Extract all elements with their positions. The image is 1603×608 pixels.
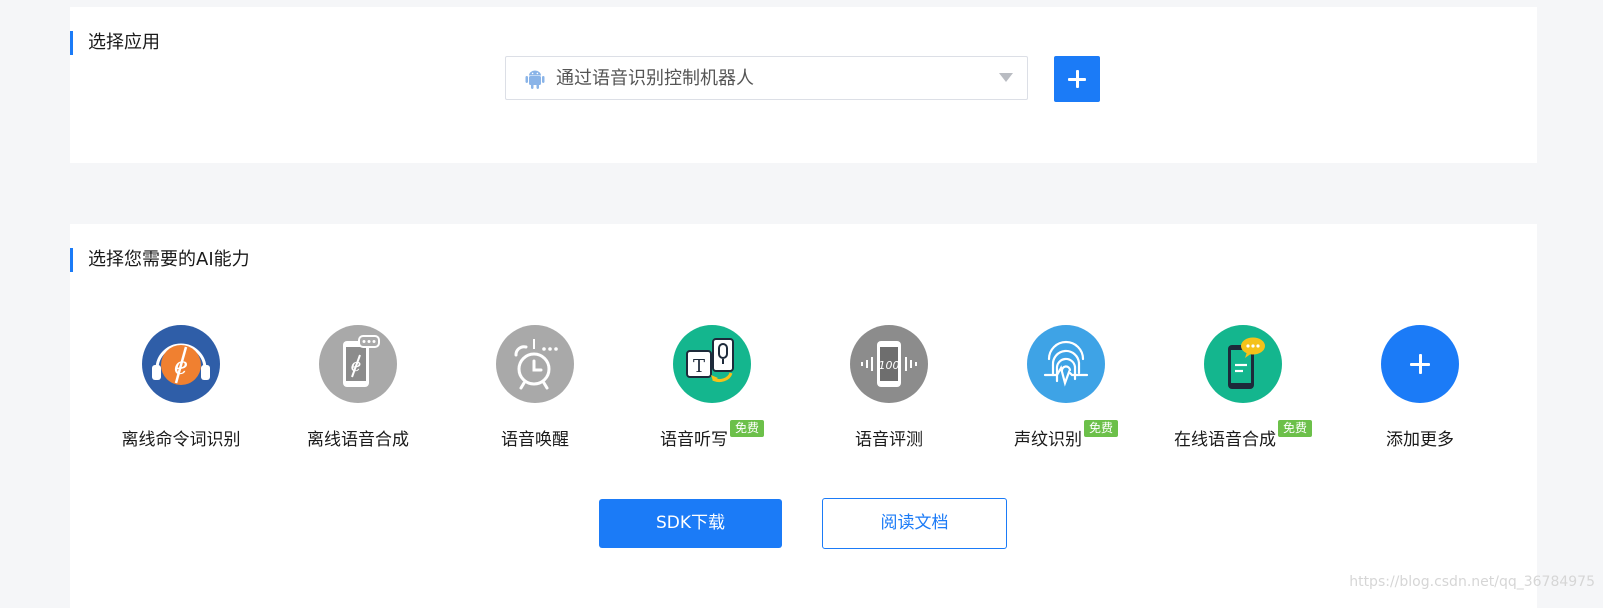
ai-ability-panel: 选择您需要的AI能力 e 离线命令词识别 xyxy=(70,224,1537,608)
ability-label: 语音听写 xyxy=(659,430,728,450)
free-badge: 免费 xyxy=(1277,420,1312,437)
ability-label: 离线语音合成 xyxy=(307,430,409,450)
ability-list: e 离线命令词识别 e xyxy=(70,325,1537,465)
offline-command-icon: e xyxy=(142,325,220,403)
ability-evaluation[interactable]: 100 语音评测 xyxy=(800,325,978,460)
free-badge: 免费 xyxy=(1083,420,1118,437)
ability-label: 语音唤醒 xyxy=(501,430,569,450)
ability-label: 离线命令词识别 xyxy=(121,430,241,450)
ability-label: 添加更多 xyxy=(1386,430,1454,450)
select-app-title: 选择应用 xyxy=(70,31,160,55)
ability-add-more[interactable]: 添加更多 xyxy=(1331,325,1509,460)
dictation-icon: T xyxy=(673,325,751,403)
read-docs-button[interactable]: 阅读文档 xyxy=(822,498,1007,549)
add-app-button[interactable] xyxy=(1054,56,1100,102)
wake-alarm-icon xyxy=(496,325,574,403)
caret-down-icon xyxy=(999,73,1013,82)
ability-label: 在线语音合成 xyxy=(1173,430,1276,450)
svg-text:T: T xyxy=(693,356,705,377)
android-icon xyxy=(525,70,545,89)
free-badge: 免费 xyxy=(729,420,764,437)
ability-offline-tts[interactable]: e 离线语音合成 xyxy=(269,325,447,460)
ability-dictation[interactable]: T 语音听写免费 xyxy=(623,325,801,460)
offline-tts-icon: e xyxy=(319,325,397,403)
ability-label: 声纹识别 xyxy=(1013,430,1082,450)
fingerprint-icon xyxy=(1027,325,1105,403)
online-tts-icon xyxy=(1204,325,1282,403)
app-select-value: 通过语音识别控制机器人 xyxy=(556,68,754,89)
plus-icon xyxy=(1381,325,1459,403)
ability-online-tts[interactable]: 在线语音合成免费 xyxy=(1154,325,1332,460)
watermark: https://blog.csdn.net/qq_36784975 xyxy=(1349,574,1595,590)
ability-label: 语音评测 xyxy=(855,430,923,450)
ability-voiceprint[interactable]: 声纹识别免费 xyxy=(977,325,1155,460)
ability-wake[interactable]: 语音唤醒 xyxy=(446,325,624,460)
app-select-dropdown[interactable]: 通过语音识别控制机器人 xyxy=(505,56,1028,100)
ai-ability-title: 选择您需要的AI能力 xyxy=(70,248,250,272)
sdk-download-button[interactable]: SDK下载 xyxy=(599,499,782,548)
select-app-panel: 选择应用 通过语音识别控制机器人 xyxy=(70,7,1537,163)
evaluation-icon: 100 xyxy=(850,325,928,403)
svg-text:100: 100 xyxy=(879,359,900,372)
ability-offline-command[interactable]: e 离线命令词识别 xyxy=(92,325,270,460)
